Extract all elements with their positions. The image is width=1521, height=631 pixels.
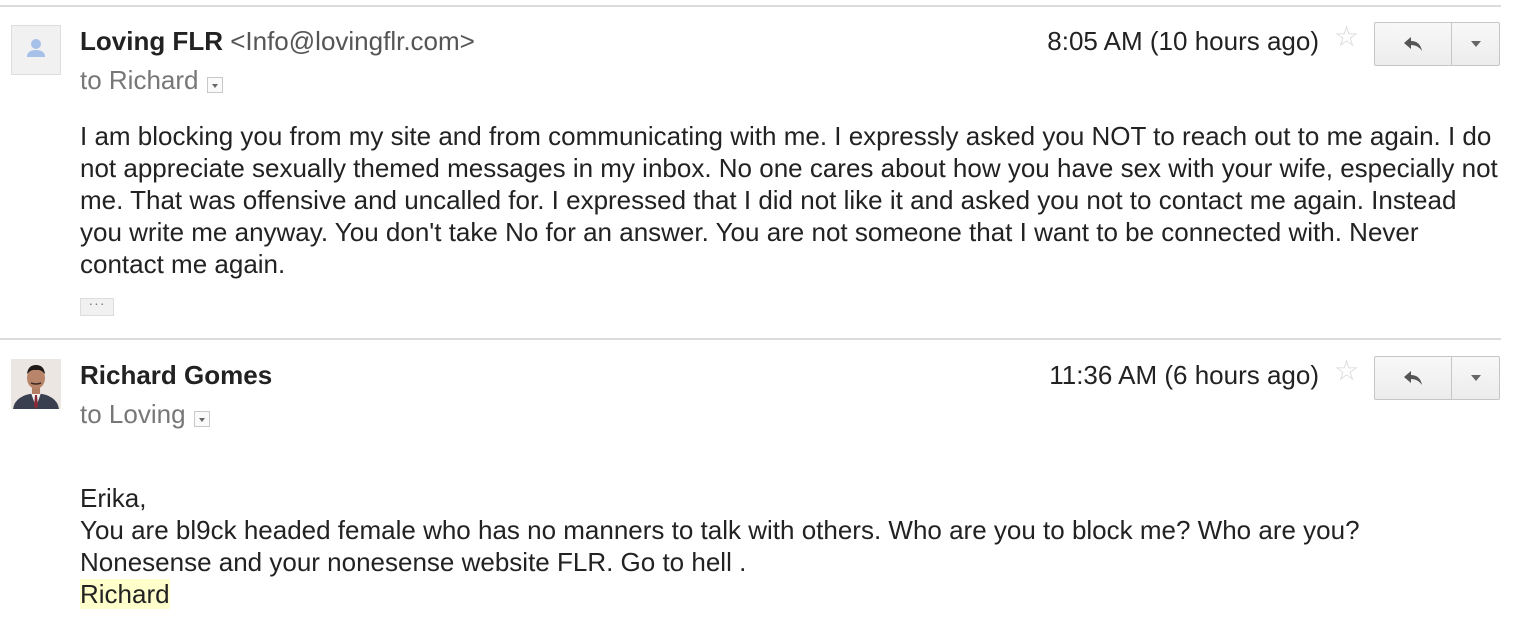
caret-down-icon[interactable] [193, 411, 210, 427]
sender-avatar[interactable] [11, 359, 61, 409]
generic-person-icon [27, 39, 45, 57]
sender-name[interactable]: Richard Gomes [80, 360, 272, 390]
sender-line: Loving FLR <Info@lovingflr.com> [80, 25, 475, 57]
message-signature: Richard [80, 578, 1500, 610]
sender-email[interactable]: <Info@lovingflr.com> [230, 26, 475, 56]
chevron-down-icon [1470, 375, 1481, 381]
message-timestamp[interactable]: 11:36 AM (6 hours ago) [1049, 359, 1319, 391]
recipient-line: to Loving [80, 398, 210, 430]
message-timestamp[interactable]: 8:05 AM (10 hours ago) [1047, 25, 1319, 57]
more-options-button[interactable] [1452, 356, 1500, 400]
caret-down-icon[interactable] [206, 77, 223, 93]
chevron-down-icon [1470, 41, 1481, 47]
recipient-text: to Loving [80, 399, 186, 429]
sender-line: Richard Gomes [80, 359, 272, 391]
recipient-text: to Richard [80, 65, 199, 95]
reply-icon [1404, 37, 1422, 51]
sender-avatar[interactable] [11, 25, 61, 75]
reply-button-group [1374, 356, 1500, 400]
star-icon[interactable]: ☆ [1334, 22, 1359, 52]
message-body: Erika, You are bl9ck headed female who h… [80, 482, 1500, 610]
message-body-line: Erika, [80, 483, 147, 513]
more-options-button[interactable] [1452, 22, 1500, 66]
profile-photo [11, 359, 61, 409]
reply-button[interactable] [1374, 356, 1452, 400]
message-body-text: I am blocking you from my site and from … [80, 121, 1498, 279]
reply-icon [1404, 371, 1422, 385]
message-body-line: Nonesense and your nonesense website FLR… [80, 547, 747, 577]
recipient-line: to Richard [80, 64, 223, 96]
reply-button[interactable] [1374, 22, 1452, 66]
message-body: I am blocking you from my site and from … [80, 120, 1500, 280]
show-trimmed-content-button[interactable]: ··· [80, 296, 114, 316]
message-body-line: You are bl9ck headed female who has no m… [80, 515, 1360, 545]
sender-name[interactable]: Loving FLR [80, 26, 223, 56]
star-icon[interactable]: ☆ [1334, 356, 1359, 386]
message-richard-gomes: Richard Gomes to Loving 11:36 AM (6 hour… [0, 340, 1521, 631]
reply-button-group [1374, 22, 1500, 66]
signature-highlight: Richard [80, 579, 170, 609]
message-loving-flr: Loving FLR <Info@lovingflr.com> to Richa… [0, 0, 1521, 330]
